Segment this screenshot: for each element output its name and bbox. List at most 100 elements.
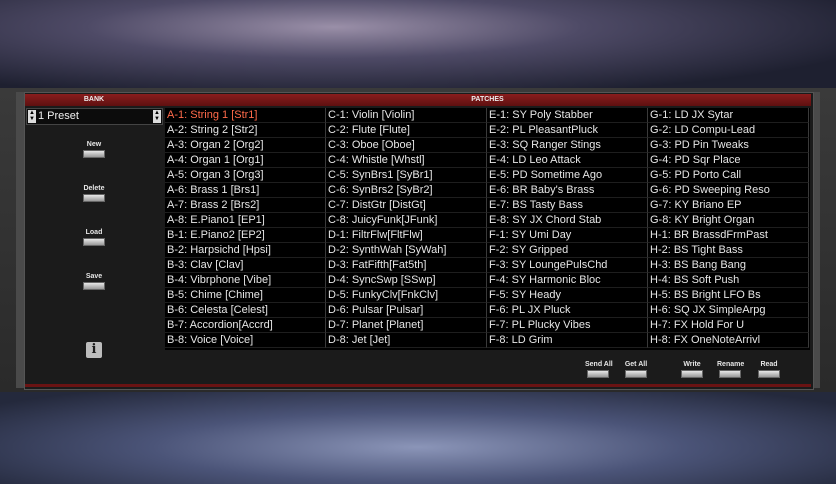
load-button-box[interactable]	[83, 238, 105, 246]
patch-cell[interactable]: A-2: String 2 [Str2]	[165, 123, 326, 138]
read-button-box[interactable]	[758, 370, 780, 378]
write-label: Write	[683, 361, 701, 368]
patch-cell[interactable]: C-3: Oboe [Oboe]	[326, 138, 487, 153]
patch-cell[interactable]: D-1: FiltrFlw[FltFlw]	[326, 228, 487, 243]
patches-header: PATCHES	[471, 96, 504, 103]
patch-cell[interactable]: A-4: Organ 1 [Org1]	[165, 153, 326, 168]
patch-cell[interactable]: C-2: Flute [Flute]	[326, 123, 487, 138]
delete-button[interactable]: Delete	[82, 184, 106, 202]
patch-cell[interactable]: C-1: Violin [Violin]	[326, 108, 487, 123]
new-button[interactable]: New	[82, 140, 106, 158]
patch-cell[interactable]: G-8: KY Bright Organ	[648, 213, 809, 228]
info-icon[interactable]: i	[86, 342, 102, 358]
new-button-box[interactable]	[83, 150, 105, 158]
patch-cell[interactable]: D-3: FatFifth[Fat5th]	[326, 258, 487, 273]
patch-cell[interactable]: E-3: SQ Ranger Stings	[487, 138, 648, 153]
save-button-box[interactable]	[83, 282, 105, 290]
patch-cell[interactable]: C-4: Whistle [Whstl]	[326, 153, 487, 168]
patch-cell[interactable]: H-5: BS Bright LFO Bs	[648, 288, 809, 303]
patch-cell[interactable]: D-5: FunkyClv[FnkClv]	[326, 288, 487, 303]
patch-cell[interactable]: A-1: String 1 [Str1]	[165, 108, 326, 123]
bank-preset-selector[interactable]: ▲ ▼ 1 Preset ▲ ▼	[26, 108, 163, 125]
read-button[interactable]: Read	[756, 360, 782, 378]
save-button[interactable]: Save	[82, 272, 106, 290]
send-all-button-box[interactable]	[587, 370, 609, 378]
bank-header: BANK	[83, 96, 105, 103]
patch-cell[interactable]: B-6: Celesta [Celest]	[165, 303, 326, 318]
left-rail	[16, 92, 24, 388]
preset-name: 1 Preset	[38, 110, 79, 122]
patch-cell[interactable]: D-8: Jet [Jet]	[326, 333, 487, 348]
patch-cell[interactable]: A-5: Organ 3 [Org3]	[165, 168, 326, 183]
patch-cell[interactable]: F-2: SY Gripped	[487, 243, 648, 258]
send-all-label: Send All	[585, 361, 613, 368]
patch-cell[interactable]: E-1: SY Poly Stabber	[487, 108, 648, 123]
patch-cell[interactable]: H-1: BR BrassdFrmPast	[648, 228, 809, 243]
patch-cell[interactable]: F-3: SY LoungePulsChd	[487, 258, 648, 273]
patch-cell[interactable]: E-5: PD Sometime Ago	[487, 168, 648, 183]
patch-cell[interactable]: B-3: Clav [Clav]	[165, 258, 326, 273]
delete-button-box[interactable]	[83, 194, 105, 202]
patch-cell[interactable]: F-6: PL JX Pluck	[487, 303, 648, 318]
patch-cell[interactable]: G-2: LD Compu-Lead	[648, 123, 809, 138]
load-button[interactable]: Load	[82, 228, 106, 246]
patch-cell[interactable]: H-3: BS Bang Bang	[648, 258, 809, 273]
patch-cell[interactable]: G-5: PD Porto Call	[648, 168, 809, 183]
patch-cell[interactable]: E-4: LD Leo Attack	[487, 153, 648, 168]
patch-cell[interactable]: D-2: SynthWah [SyWah]	[326, 243, 487, 258]
patch-cell[interactable]: F-7: PL Plucky Vibes	[487, 318, 648, 333]
background-blur-bottom	[0, 392, 836, 484]
patch-cell[interactable]: H-2: BS Tight Bass	[648, 243, 809, 258]
patch-cell[interactable]: E-2: PL PleasantPluck	[487, 123, 648, 138]
patch-cell[interactable]: A-6: Brass 1 [Brs1]	[165, 183, 326, 198]
send-all-button[interactable]: Send All	[585, 360, 613, 378]
patch-cell[interactable]: E-6: BR Baby's Brass	[487, 183, 648, 198]
patch-cell[interactable]: H-8: FX OneNoteArrivl	[648, 333, 809, 348]
patch-cell[interactable]: D-4: SyncSwp [SSwp]	[326, 273, 487, 288]
patch-cell[interactable]: G-3: PD Pin Tweaks	[648, 138, 809, 153]
save-label: Save	[85, 273, 103, 280]
get-all-label: Get All	[624, 361, 648, 368]
patch-cell[interactable]: C-8: JuicyFunk[JFunk]	[326, 213, 487, 228]
patch-cell[interactable]: D-6: Pulsar [Pulsar]	[326, 303, 487, 318]
patch-cell[interactable]: F-1: SY Umi Day	[487, 228, 648, 243]
patch-cell[interactable]: H-4: BS Soft Push	[648, 273, 809, 288]
spin-up-icon[interactable]: ▲ ▼	[28, 110, 36, 123]
patch-cell[interactable]: B-5: Chime [Chime]	[165, 288, 326, 303]
patch-cell[interactable]: B-1: E.Piano2 [EP2]	[165, 228, 326, 243]
patch-cell[interactable]: E-7: BS Tasty Bass	[487, 198, 648, 213]
write-button-box[interactable]	[681, 370, 703, 378]
get-all-button[interactable]: Get All	[623, 360, 649, 378]
rename-button[interactable]: Rename	[717, 360, 745, 378]
rename-label: Rename	[717, 361, 745, 368]
patch-cell[interactable]: F-8: LD Grim	[487, 333, 648, 348]
patch-cell[interactable]: G-1: LD JX Sytar	[648, 108, 809, 123]
patch-grid: A-1: String 1 [Str1] C-1: Violin [Violin]…	[165, 108, 810, 350]
read-label: Read	[760, 361, 778, 368]
patch-cell[interactable]: A-3: Organ 2 [Org2]	[165, 138, 326, 153]
background-blur-top	[0, 0, 836, 90]
write-button[interactable]: Write	[679, 360, 705, 378]
patch-cell[interactable]: B-4: Vibrphone [Vibe]	[165, 273, 326, 288]
patch-cell[interactable]: F-4: SY Harmonic Bloc	[487, 273, 648, 288]
patch-cell[interactable]: G-4: PD Sqr Place	[648, 153, 809, 168]
patch-cell[interactable]: G-7: KY Briano EP	[648, 198, 809, 213]
patch-cell[interactable]: B-2: Harpsichd [Hpsi]	[165, 243, 326, 258]
patch-cell[interactable]: A-8: E.Piano1 [EP1]	[165, 213, 326, 228]
patch-cell[interactable]: D-7: Planet [Planet]	[326, 318, 487, 333]
footer-bar	[25, 384, 811, 387]
spin-down-icon[interactable]: ▲ ▼	[153, 110, 161, 123]
rename-button-box[interactable]	[719, 370, 741, 378]
patch-cell[interactable]: C-6: SynBrs2 [SyBr2]	[326, 183, 487, 198]
patch-cell[interactable]: G-6: PD Sweeping Reso	[648, 183, 809, 198]
patch-cell[interactable]: B-7: Accordion[Accrd]	[165, 318, 326, 333]
patch-cell[interactable]: A-7: Brass 2 [Brs2]	[165, 198, 326, 213]
patch-cell[interactable]: C-7: DistGtr [DistGt]	[326, 198, 487, 213]
get-all-button-box[interactable]	[625, 370, 647, 378]
patch-cell[interactable]: C-5: SynBrs1 [SyBr1]	[326, 168, 487, 183]
patch-cell[interactable]: H-6: SQ JX SimpleArpg	[648, 303, 809, 318]
patch-cell[interactable]: F-5: SY Heady	[487, 288, 648, 303]
patch-cell[interactable]: H-7: FX Hold For U	[648, 318, 809, 333]
patch-cell[interactable]: E-8: SY JX Chord Stab	[487, 213, 648, 228]
patch-cell[interactable]: B-8: Voice [Voice]	[165, 333, 326, 348]
